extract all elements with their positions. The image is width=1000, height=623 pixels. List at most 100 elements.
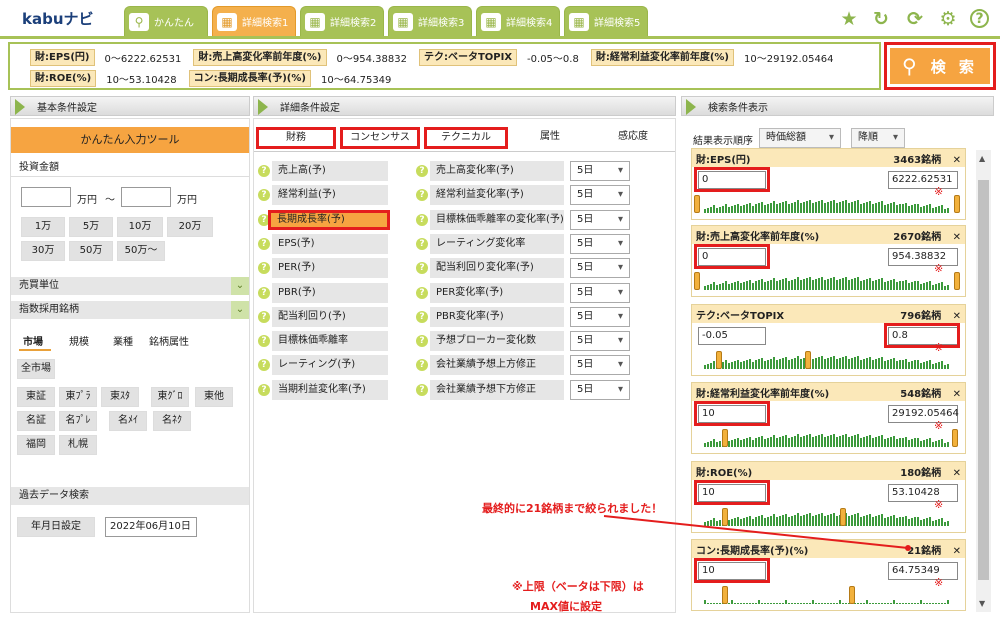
amount-button[interactable]: 20万: [167, 217, 213, 237]
period-select[interactable]: 5日: [570, 233, 630, 254]
condition-item[interactable]: 当期利益変化率(予): [272, 379, 388, 400]
tab-detail-1[interactable]: ▦ 詳細検索1: [212, 6, 296, 36]
period-select[interactable]: 5日: [570, 161, 630, 181]
tab-kantan[interactable]: ⚲ かんたん: [124, 6, 208, 36]
tab-financial[interactable]: 財務: [256, 127, 336, 149]
condition-item[interactable]: レーティング(予): [272, 355, 388, 376]
subtab-attribute[interactable]: 銘柄属性: [149, 333, 189, 348]
period-select[interactable]: 5日: [570, 306, 630, 327]
condition-item[interactable]: 売上高変化率(予): [430, 161, 564, 181]
scrollbar[interactable]: ▲ ▼: [976, 150, 991, 612]
market-button[interactable]: 東証: [17, 387, 55, 407]
help-icon[interactable]: ?: [416, 262, 428, 275]
help-icon[interactable]: ?: [416, 359, 428, 372]
help-icon[interactable]: ?: [258, 383, 270, 396]
max-input[interactable]: 29192.05464: [888, 405, 959, 423]
market-button[interactable]: 名ﾒｲ: [109, 411, 147, 431]
search-button[interactable]: ⚲ 検 索: [890, 48, 990, 84]
scroll-thumb[interactable]: [978, 180, 989, 580]
tab-detail-5[interactable]: ▦ 詳細検索5: [564, 6, 648, 36]
tab-attribute[interactable]: 属性: [510, 127, 590, 149]
tab-detail-3[interactable]: ▦ 詳細検索3: [388, 6, 472, 36]
close-icon[interactable]: ✕: [949, 311, 961, 322]
period-select[interactable]: 5日: [570, 355, 630, 376]
subtab-market[interactable]: 市場: [23, 333, 43, 348]
help-icon[interactable]: ?: [416, 189, 428, 202]
scroll-down-icon[interactable]: ▼: [979, 599, 985, 608]
tab-technical[interactable]: テクニカル: [424, 127, 508, 149]
range-handle-max[interactable]: [954, 195, 960, 213]
tab-detail-4[interactable]: ▦ 詳細検索4: [476, 6, 560, 36]
gear-icon[interactable]: ⚙: [937, 8, 959, 30]
condition-item[interactable]: 配当利回り(予): [272, 306, 388, 327]
market-button[interactable]: 東ﾌﾟﾗ: [59, 387, 97, 407]
close-icon[interactable]: ✕: [949, 546, 961, 557]
range-handle-max[interactable]: [849, 586, 855, 604]
scroll-up-icon[interactable]: ▲: [979, 154, 985, 163]
condition-item[interactable]: 目標株価乖離率: [272, 331, 388, 352]
help-icon[interactable]: ?: [258, 310, 270, 323]
close-icon[interactable]: ✕: [949, 232, 961, 243]
help-icon[interactable]: ?: [970, 9, 989, 28]
index-section[interactable]: 指数採用銘柄 ⌄: [11, 301, 249, 319]
help-icon[interactable]: ?: [416, 383, 428, 396]
tab-sensitivity[interactable]: 感応度: [592, 127, 674, 149]
market-button[interactable]: 東ｸﾞﾛ: [151, 387, 189, 407]
condition-item[interactable]: PBR(予): [272, 282, 388, 303]
amount-min-input[interactable]: [21, 187, 71, 207]
condition-item[interactable]: 予想ブローカー変化数: [430, 331, 564, 352]
condition-item[interactable]: レーティング変化率: [430, 233, 564, 254]
refresh-icon[interactable]: ↻: [870, 8, 892, 30]
help-icon[interactable]: ?: [416, 165, 428, 177]
help-icon[interactable]: ?: [258, 237, 270, 250]
market-button[interactable]: 東他: [195, 387, 233, 407]
help-icon[interactable]: ?: [258, 189, 270, 202]
range-handle-max[interactable]: [954, 272, 960, 290]
close-icon[interactable]: ✕: [949, 389, 961, 400]
range-handle-min[interactable]: [694, 195, 700, 213]
max-input[interactable]: 6222.62531: [888, 171, 958, 189]
amount-button[interactable]: 50万～: [117, 241, 165, 261]
condition-item[interactable]: 経常利益変化率(予): [430, 185, 564, 206]
help-icon[interactable]: ?: [258, 262, 270, 275]
max-input[interactable]: 64.75349: [888, 562, 958, 580]
date-input[interactable]: 2022年06月10日: [105, 517, 197, 537]
market-button[interactable]: 東ｽﾀ: [101, 387, 139, 407]
amount-button[interactable]: 5万: [69, 217, 113, 237]
help-icon[interactable]: ?: [416, 335, 428, 348]
sync-icon[interactable]: ⟳: [904, 8, 926, 30]
range-handle-min[interactable]: [722, 586, 728, 604]
order-direction-select[interactable]: 降順: [851, 128, 905, 148]
star-icon[interactable]: ★: [838, 8, 860, 30]
range-handle-min[interactable]: [694, 272, 700, 290]
period-select[interactable]: 5日: [570, 379, 630, 400]
period-select[interactable]: 5日: [570, 209, 630, 230]
condition-item[interactable]: 会社業績予想上方修正: [430, 355, 564, 376]
amount-button[interactable]: 1万: [21, 217, 65, 237]
help-icon[interactable]: ?: [258, 165, 270, 177]
condition-item[interactable]: 長期成長率(予): [268, 209, 390, 230]
order-select[interactable]: 時価総額: [759, 128, 841, 148]
range-handle-max[interactable]: [805, 351, 811, 369]
help-icon[interactable]: ?: [416, 213, 428, 226]
subtab-industry[interactable]: 業種: [113, 333, 133, 348]
condition-item[interactable]: PER変化率(予): [430, 282, 564, 303]
tab-detail-2[interactable]: ▦ 詳細検索2: [300, 6, 384, 36]
max-input[interactable]: 954.38832: [888, 248, 958, 266]
amount-button[interactable]: 50万: [69, 241, 113, 261]
condition-item[interactable]: PBR変化率(予): [430, 306, 564, 327]
help-icon[interactable]: ?: [258, 335, 270, 348]
period-select[interactable]: 5日: [570, 185, 630, 206]
market-button[interactable]: 名ﾈｸ: [153, 411, 191, 431]
period-select[interactable]: 5日: [570, 282, 630, 303]
range-handle-min[interactable]: [722, 429, 728, 447]
condition-item[interactable]: 配当利回り変化率(予): [430, 258, 564, 279]
condition-item[interactable]: PER(予): [272, 258, 388, 279]
range-handle-max[interactable]: [952, 429, 958, 447]
date-setting-button[interactable]: 年月日設定: [17, 517, 95, 537]
easy-input-tool-button[interactable]: かんたん入力ツール: [11, 127, 249, 153]
amount-max-input[interactable]: [121, 187, 171, 207]
condition-item[interactable]: EPS(予): [272, 233, 388, 254]
market-button[interactable]: 札幌: [59, 435, 97, 455]
condition-item[interactable]: 売上高(予): [272, 161, 388, 181]
